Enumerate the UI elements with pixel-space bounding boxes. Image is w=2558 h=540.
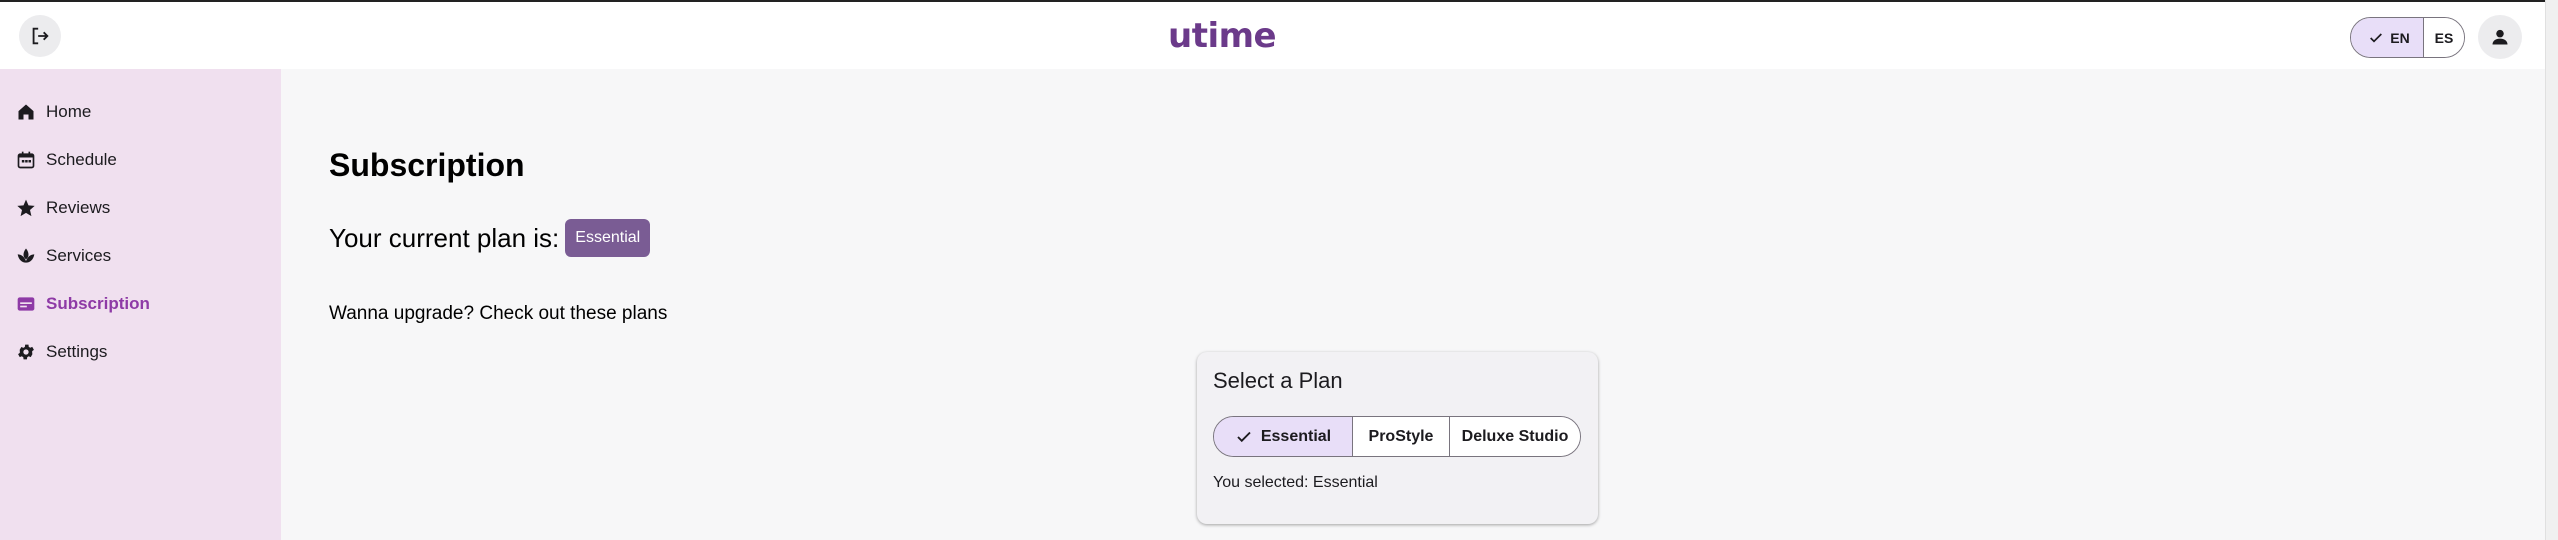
selected-plan-text: You selected: Essential: [1213, 474, 1378, 491]
sidebar-item-label: Settings: [46, 342, 108, 361]
main-content: Subscription Your current plan is: Essen…: [281, 69, 2545, 540]
sidebar-item-home[interactable]: Home: [0, 92, 281, 132]
language-es-button[interactable]: ES: [2424, 18, 2464, 57]
language-en-label: EN: [2390, 29, 2410, 46]
card-title: Select a Plan: [1213, 368, 1343, 393]
plan-selector-card: Select a Plan Essential ProStyle Deluxe …: [1197, 352, 1598, 524]
current-plan-badge: Essential: [565, 219, 651, 257]
plan-option-prostyle[interactable]: ProStyle: [1353, 417, 1450, 456]
spa-icon: [15, 245, 37, 267]
plan-option-label: Essential: [1260, 427, 1332, 445]
upgrade-prompt: Wanna upgrade? Check out these plans: [329, 303, 668, 324]
logout-button[interactable]: [19, 15, 61, 57]
current-plan-row: Your current plan is: Essential: [329, 219, 651, 257]
sidebar-item-label: Subscription: [46, 294, 150, 313]
sidebar-item-label: Reviews: [46, 198, 111, 217]
current-plan-label: Your current plan is:: [329, 222, 560, 253]
person-icon: [2492, 29, 2508, 45]
page-title: Subscription: [329, 147, 525, 183]
sidebar-item-label: Services: [46, 246, 112, 265]
check-icon: [1237, 431, 1251, 442]
sidebar-item-reviews[interactable]: Reviews: [0, 188, 281, 228]
card-icon: [15, 293, 37, 315]
sidebar-item-settings[interactable]: Settings: [0, 332, 281, 372]
calendar-icon: [15, 149, 37, 171]
plan-option-essential[interactable]: Essential: [1214, 417, 1353, 456]
app-logo: utime: [1168, 16, 1277, 56]
gear-icon: [15, 341, 37, 363]
plan-option-label: Deluxe Studio: [1461, 427, 1569, 445]
language-toggle: EN ES: [2350, 17, 2465, 58]
sidebar-item-label: Home: [46, 102, 92, 121]
account-button[interactable]: [2478, 15, 2522, 59]
app-header: utime EN ES: [0, 0, 2545, 69]
sidebar-item-label: Schedule: [46, 150, 117, 169]
sidebar: Home Schedule Reviews Services Subscript…: [0, 69, 281, 540]
plan-segmented-control: Essential ProStyle Deluxe Studio: [1213, 416, 1581, 457]
plan-option-label: ProStyle: [1368, 427, 1434, 445]
home-icon: [15, 101, 37, 123]
sidebar-item-schedule[interactable]: Schedule: [0, 140, 281, 180]
check-icon: [2370, 32, 2383, 43]
star-icon: [15, 197, 37, 219]
sidebar-item-subscription[interactable]: Subscription: [0, 284, 281, 324]
page-scrollbar[interactable]: [2545, 0, 2558, 540]
sidebar-item-services[interactable]: Services: [0, 236, 281, 276]
language-es-label: ES: [2434, 29, 2454, 46]
plan-option-deluxe-studio[interactable]: Deluxe Studio: [1450, 417, 1580, 456]
logout-icon: [32, 27, 49, 45]
language-en-button[interactable]: EN: [2351, 18, 2424, 57]
